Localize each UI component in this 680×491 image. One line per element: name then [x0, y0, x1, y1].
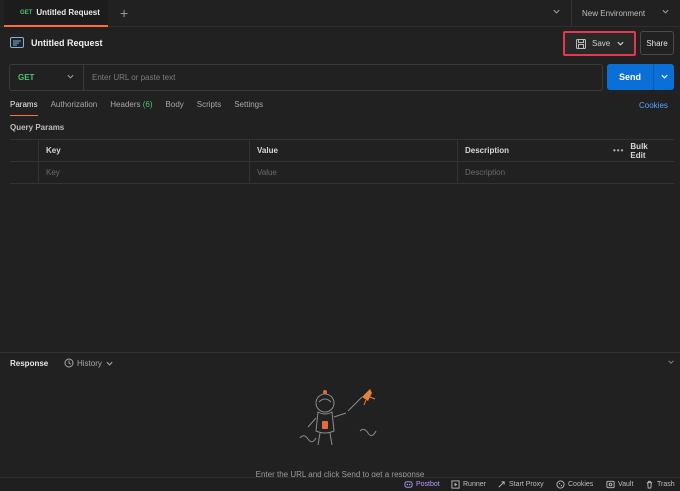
- query-params-table: Key Value Description ••• Bulk Edit Key …: [10, 139, 674, 184]
- environment-label: New Environment: [582, 9, 646, 18]
- checkbox-column-header: [10, 140, 38, 161]
- runner-icon: [451, 480, 460, 489]
- request-tab[interactable]: GET Untitled Request: [4, 0, 108, 27]
- request-title[interactable]: Untitled Request: [31, 38, 103, 48]
- chevron-down-icon: [660, 72, 669, 81]
- collapse-response-chevron-icon[interactable]: [667, 358, 675, 366]
- cookies-status-label: Cookies: [568, 481, 594, 488]
- save-label: Save: [592, 39, 611, 48]
- start-proxy-label: Start Proxy: [509, 481, 544, 488]
- environment-selector[interactable]: New Environment: [571, 0, 680, 27]
- tab-bar: GET Untitled Request + New Environment: [0, 0, 680, 27]
- bulk-edit-button[interactable]: Bulk Edit: [630, 142, 664, 160]
- runner-label: Runner: [463, 481, 486, 488]
- chevron-down-icon: [661, 7, 670, 16]
- row-checkbox[interactable]: [10, 162, 38, 183]
- method-selector[interactable]: GET: [10, 65, 84, 90]
- tab-params[interactable]: Params: [10, 100, 38, 116]
- more-options-icon[interactable]: •••: [613, 146, 624, 155]
- postbot-label: Postbot: [416, 481, 440, 488]
- save-chevron-down-icon[interactable]: [616, 39, 625, 48]
- key-column-header: Key: [38, 140, 249, 161]
- description-column-header: Description: [457, 140, 606, 161]
- description-input[interactable]: Description: [457, 162, 606, 183]
- save-icon: [576, 38, 586, 49]
- cookies-link[interactable]: Cookies: [639, 101, 668, 110]
- table-row: Key Value Description: [10, 162, 674, 184]
- cookie-icon: [556, 480, 565, 489]
- tab-scripts[interactable]: Scripts: [197, 100, 221, 116]
- http-request-icon: [10, 37, 24, 48]
- postbot-button[interactable]: Postbot: [404, 480, 440, 489]
- new-tab-plus-icon[interactable]: +: [120, 6, 128, 20]
- history-icon: [64, 358, 74, 368]
- url-bar: GET: [9, 64, 603, 91]
- tab-settings[interactable]: Settings: [234, 100, 263, 116]
- url-input[interactable]: [84, 65, 599, 90]
- table-header-row: Key Value Description ••• Bulk Edit: [10, 140, 674, 162]
- table-actions: ••• Bulk Edit: [606, 140, 674, 161]
- cookies-status-button[interactable]: Cookies: [556, 480, 593, 489]
- tab-method: GET: [20, 9, 33, 16]
- tab-headers-label: Headers: [110, 100, 141, 109]
- tab-body[interactable]: Body: [166, 100, 184, 116]
- chevron-down-icon: [66, 72, 75, 81]
- vault-icon: [606, 480, 615, 489]
- method-label: GET: [18, 73, 35, 82]
- tab-authorization[interactable]: Authorization: [51, 100, 98, 116]
- tab-headers[interactable]: Headers (6): [110, 100, 152, 116]
- request-tabs: Params Authorization Headers (6) Body Sc…: [10, 100, 276, 116]
- value-input[interactable]: Value: [249, 162, 457, 183]
- postbot-icon: [404, 480, 413, 489]
- history-label: History: [77, 358, 102, 368]
- headers-count-badge: (6): [142, 100, 153, 109]
- trash-button[interactable]: Trash: [645, 480, 675, 489]
- vault-button[interactable]: Vault: [606, 480, 633, 489]
- send-options-button[interactable]: [653, 64, 674, 90]
- share-button[interactable]: Share: [640, 31, 674, 55]
- astronaut-illustration-icon: [290, 383, 390, 453]
- vault-label: Vault: [618, 481, 634, 488]
- query-params-label: Query Params: [10, 123, 65, 132]
- key-input[interactable]: Key: [38, 162, 249, 183]
- history-dropdown[interactable]: History: [64, 358, 114, 368]
- start-proxy-button[interactable]: Start Proxy: [497, 480, 544, 489]
- response-title: Response: [10, 359, 49, 368]
- chevron-down-icon: [105, 359, 114, 368]
- trash-icon: [645, 480, 654, 489]
- runner-button[interactable]: Runner: [451, 480, 486, 489]
- tabs-chevron-down-icon[interactable]: [552, 7, 561, 16]
- tab-title: Untitled Request: [36, 8, 100, 17]
- save-button[interactable]: Save: [563, 31, 636, 56]
- send-button[interactable]: Send: [607, 64, 653, 90]
- status-bar: Postbot Runner Start Proxy Cookies Vault…: [0, 477, 680, 491]
- value-column-header: Value: [249, 140, 457, 161]
- trash-label: Trash: [657, 481, 675, 488]
- proxy-icon: [497, 480, 506, 489]
